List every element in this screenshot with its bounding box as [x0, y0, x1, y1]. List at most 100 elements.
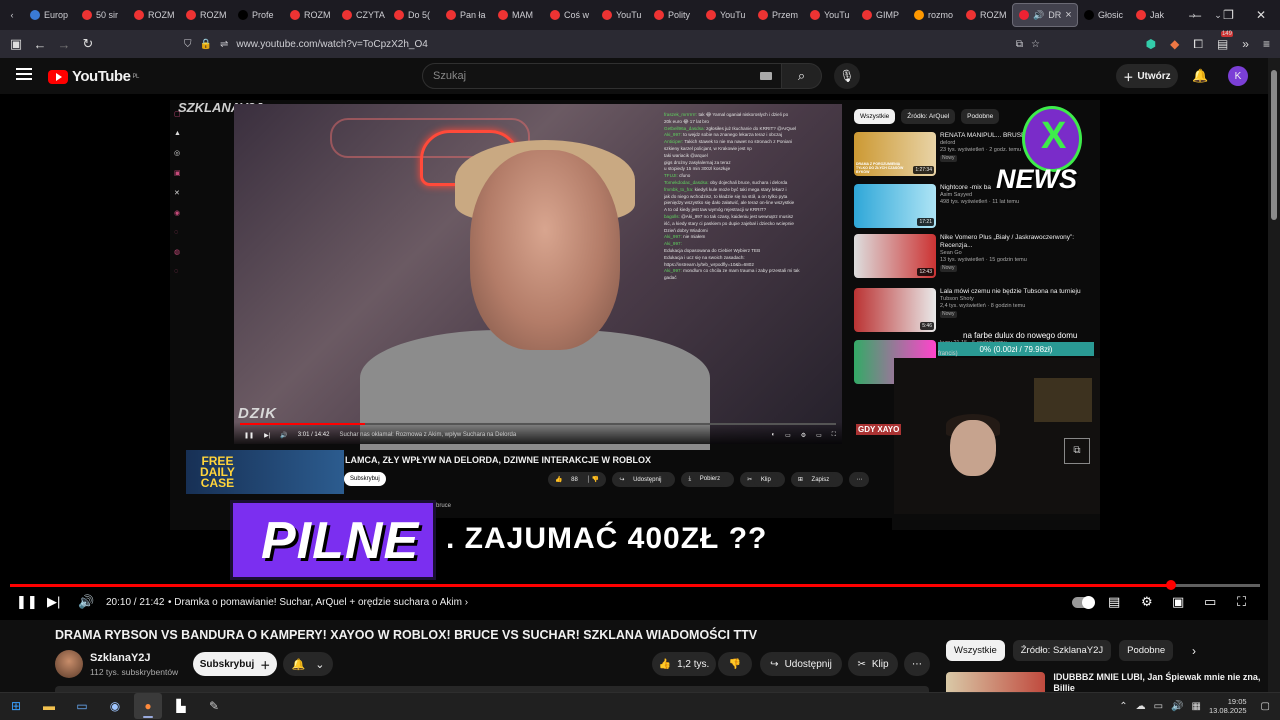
pause-button[interactable]: ❚❚ [16, 594, 38, 610]
tab-17[interactable]: rozmo [908, 3, 960, 27]
file-explorer-icon[interactable]: ▬ [40, 697, 58, 715]
youtube-logo[interactable]: YouTube PL [48, 68, 139, 85]
microphone-icon: 🎙 [839, 69, 855, 83]
tab-9[interactable]: MAM [492, 3, 544, 27]
subtitles-button[interactable]: ▤ [1108, 594, 1120, 610]
chip-2[interactable]: Podobne [1119, 640, 1174, 661]
account-avatar[interactable]: K [1228, 66, 1248, 86]
related-thumbnail[interactable] [946, 672, 1046, 692]
volume-tray-icon[interactable]: 🔊 [1171, 701, 1183, 712]
theater-mode-button[interactable]: ▭ [1204, 594, 1216, 610]
tab-11[interactable]: YouTu [596, 3, 648, 27]
notifications-icon[interactable]: ▢ [1261, 701, 1270, 712]
clip-button[interactable]: ✂ Klip [848, 652, 898, 676]
minimize-icon[interactable]: — [1189, 8, 1201, 22]
next-button[interactable]: ▶| [47, 594, 60, 610]
subscribe-button[interactable]: Subskrybuj ＋ [193, 652, 277, 676]
chip-0[interactable]: Wszystkie [946, 640, 1005, 661]
tab-12[interactable]: Polity [648, 3, 700, 27]
lock-icon[interactable]: 🔒 [200, 39, 212, 50]
reload-icon[interactable]: ↻ [76, 36, 100, 52]
forward-icon[interactable]: → [52, 37, 76, 52]
channel-avatar[interactable] [55, 650, 83, 678]
fullscreen-button[interactable]: ⛶ [1237, 594, 1246, 610]
extension-shield-icon[interactable]: ⬢ [1146, 37, 1156, 51]
related-video[interactable]: IDUBBBZ MNIE LUBI, Jan Śpiewak mnie nie … [946, 672, 1262, 693]
bookmark-star-icon[interactable]: ☆ [1031, 39, 1040, 50]
network-icon[interactable]: ▭ [1154, 701, 1163, 712]
subscriber-count: 112 tys. subskrybentów [90, 667, 179, 677]
keyboard-icon[interactable] [760, 72, 772, 80]
chapter-title[interactable]: • Dramka o pomawianie! Suchar, ArQuel + … [168, 597, 468, 608]
channel-name[interactable]: SzklanaY2J [90, 652, 151, 664]
tab-8[interactable]: Pan ła [440, 3, 492, 27]
extension-fox-icon[interactable]: ◆ [1170, 37, 1179, 51]
clock[interactable]: 19:05 13.08.2025 [1209, 697, 1247, 715]
page-settings-icon[interactable]: ⇌ [220, 39, 228, 50]
url-bar[interactable]: ⛉ 🔒 ⇌ www.youtube.com/watch?v=ToCpzX2h_O… [176, 33, 1046, 55]
tray-app-icon[interactable]: ▦ [1192, 701, 1201, 712]
chat-line: Edukacja dopasowana do Ciebie! Wybierz T… [664, 248, 840, 255]
tab-1[interactable]: 50 sir [76, 3, 128, 27]
steam-icon[interactable]: ◉ [106, 697, 124, 715]
tab-7[interactable]: Do 5( [388, 3, 440, 27]
picture-in-picture-icon[interactable]: ⧉ [1016, 39, 1023, 50]
back-icon[interactable]: ← [28, 37, 52, 52]
chip-1[interactable]: Źródło: SzklanaY2J [1012, 640, 1112, 661]
scrollbar-thumb[interactable] [1271, 70, 1277, 220]
create-button[interactable]: ＋ Utwórz [1116, 64, 1178, 88]
overflow-chevron-icon[interactable]: » [1242, 37, 1249, 51]
tab-0[interactable]: Europ [24, 3, 76, 27]
sidebar-toggle-icon[interactable]: ▣ [4, 36, 28, 52]
close-tab-icon[interactable]: × [1065, 9, 1071, 21]
settings-button[interactable]: ⚙ [1141, 594, 1153, 610]
close-window-icon[interactable]: ✕ [1256, 8, 1266, 22]
tab-3[interactable]: ROZM [180, 3, 232, 27]
onedrive-icon[interactable]: ☁ [1136, 701, 1146, 712]
tab-after-0[interactable]: Głosic [1078, 3, 1130, 27]
tab-5[interactable]: ROZM [284, 3, 336, 27]
page-scrollbar[interactable] [1268, 58, 1280, 692]
chips-next-icon[interactable]: › [1192, 644, 1196, 658]
share-button[interactable]: ↪ Udostępnij [760, 652, 842, 676]
tab-scroll-left-icon[interactable]: ‹ [0, 10, 24, 20]
start-windows-icon[interactable]: ⊞ [7, 697, 25, 715]
tab-6[interactable]: CZYTA [336, 3, 388, 27]
autoplay-toggle[interactable] [1072, 596, 1095, 609]
volume-button[interactable]: 🔊 [78, 594, 94, 610]
voice-search-button[interactable]: 🎙 [834, 63, 860, 89]
terminal-icon[interactable]: ▙ [172, 697, 190, 715]
tray-expand-icon[interactable]: ⌃ [1119, 701, 1127, 712]
pc-icon[interactable]: ▭ [73, 697, 91, 715]
more-actions-button[interactable]: ⋯ [904, 652, 930, 676]
notification-settings-button[interactable]: 🔔 ⌄ [283, 652, 333, 676]
tab-10[interactable]: Coś w [544, 3, 596, 27]
search-input[interactable]: Szukaj [422, 63, 782, 89]
tab-4[interactable]: Profe [232, 3, 284, 27]
app-menu-icon[interactable]: ≡ [1263, 37, 1270, 51]
url-text[interactable]: www.youtube.com/watch?v=ToCpzX2h_O4 [236, 39, 428, 50]
search-button[interactable]: ⌕ [782, 63, 822, 89]
gimp-icon[interactable]: ✎ [205, 697, 223, 715]
tab-14[interactable]: Przem [752, 3, 804, 27]
tab-15[interactable]: YouTu [804, 3, 856, 27]
tab-18[interactable]: ROZM [960, 3, 1012, 27]
hamburger-menu-icon[interactable] [16, 68, 32, 80]
related-title[interactable]: IDUBBBZ MNIE LUBI, Jan Śpiewak mnie nie … [1053, 672, 1262, 693]
tab-favicon-icon [758, 10, 768, 20]
video-progress-bar[interactable] [10, 580, 1260, 590]
tab-16[interactable]: GIMP [856, 3, 908, 27]
dislike-button[interactable]: 👎 [718, 652, 752, 676]
firefox-icon[interactable]: ● [139, 697, 157, 715]
tracking-protection-icon[interactable]: ⛉ [184, 39, 192, 50]
extensions-puzzle-icon[interactable]: ⧠ [1193, 37, 1203, 52]
restore-icon[interactable]: ❐ [1223, 8, 1234, 22]
tab-13[interactable]: YouTu [700, 3, 752, 27]
tab-after-1[interactable]: Jak [1130, 3, 1182, 27]
miniplayer-button[interactable]: ▣ [1172, 594, 1184, 610]
extension-badge-icon[interactable]: ▤ 149 [1217, 31, 1233, 51]
notifications-bell-icon[interactable]: 🔔 [1192, 68, 1208, 84]
tab-2[interactable]: ROZM [128, 3, 180, 27]
like-button[interactable]: 👍 1,2 tys. [652, 652, 716, 676]
tab-active[interactable]: 🔊 DR × [1012, 3, 1078, 27]
